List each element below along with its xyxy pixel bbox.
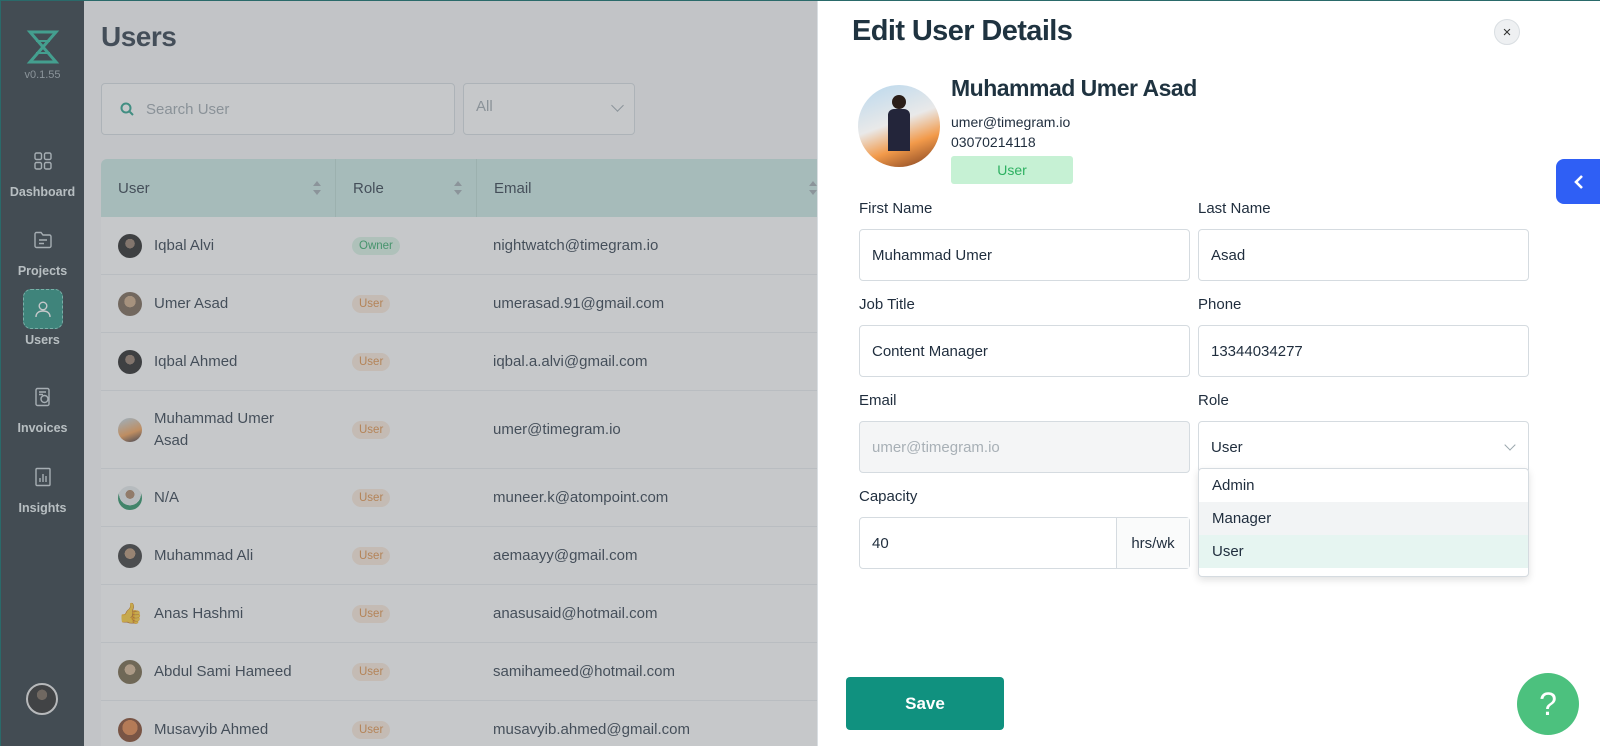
email-value: umer@timegram.io: [872, 438, 1000, 456]
email-label: Email: [859, 392, 897, 409]
collapse-drawer-button[interactable]: [1556, 159, 1600, 204]
role-option-user[interactable]: User: [1199, 535, 1528, 568]
edit-user-drawer: Edit User Details × Muhammad Umer Asad u…: [817, 1, 1600, 746]
role-option-admin[interactable]: Admin: [1199, 469, 1528, 502]
help-icon: ?: [1539, 685, 1557, 722]
last-name-label: Last Name: [1198, 200, 1271, 217]
phone-label: Phone: [1198, 296, 1242, 313]
role-select[interactable]: User: [1198, 421, 1529, 473]
close-icon: ×: [1502, 23, 1512, 41]
first-name-value: Muhammad Umer: [872, 246, 993, 264]
help-button[interactable]: ?: [1517, 673, 1579, 735]
role-label: Role: [1198, 392, 1229, 409]
capacity-unit: hrs/wk: [1117, 518, 1189, 568]
first-name-label: First Name: [859, 200, 933, 217]
email-field: umer@timegram.io: [859, 421, 1190, 473]
profile-role-badge: User: [951, 156, 1073, 184]
job-title-field[interactable]: Content Manager: [859, 325, 1190, 377]
capacity-label: Capacity: [859, 488, 918, 505]
job-title-label: Job Title: [859, 296, 915, 313]
role-dropdown-menu: Admin Manager User: [1198, 468, 1529, 577]
first-name-field[interactable]: Muhammad Umer: [859, 229, 1190, 281]
phone-value: 13344034277: [1211, 342, 1303, 360]
chevron-left-icon: [1573, 174, 1583, 189]
job-title-value: Content Manager: [872, 342, 988, 360]
profile-name: Muhammad Umer Asad: [951, 75, 1197, 101]
save-button[interactable]: Save: [846, 677, 1004, 730]
role-option-manager[interactable]: Manager: [1199, 502, 1528, 535]
drawer-title: Edit User Details: [852, 15, 1073, 47]
close-button[interactable]: ×: [1494, 19, 1520, 45]
profile-email: umer@timegram.io: [951, 114, 1071, 130]
role-select-value: User: [1211, 438, 1243, 456]
phone-field[interactable]: 13344034277: [1198, 325, 1529, 377]
last-name-field[interactable]: Asad: [1198, 229, 1529, 281]
capacity-field: 40 hrs/wk: [859, 517, 1190, 569]
profile-phone: 03070214118: [951, 134, 1036, 150]
capacity-input[interactable]: 40: [860, 518, 1117, 568]
app-window: v0.1.55 Dashboard Projects Users Invoice: [0, 0, 1600, 746]
chevron-down-icon: [1504, 439, 1516, 451]
profile-avatar: [858, 85, 940, 167]
last-name-value: Asad: [1211, 246, 1246, 264]
